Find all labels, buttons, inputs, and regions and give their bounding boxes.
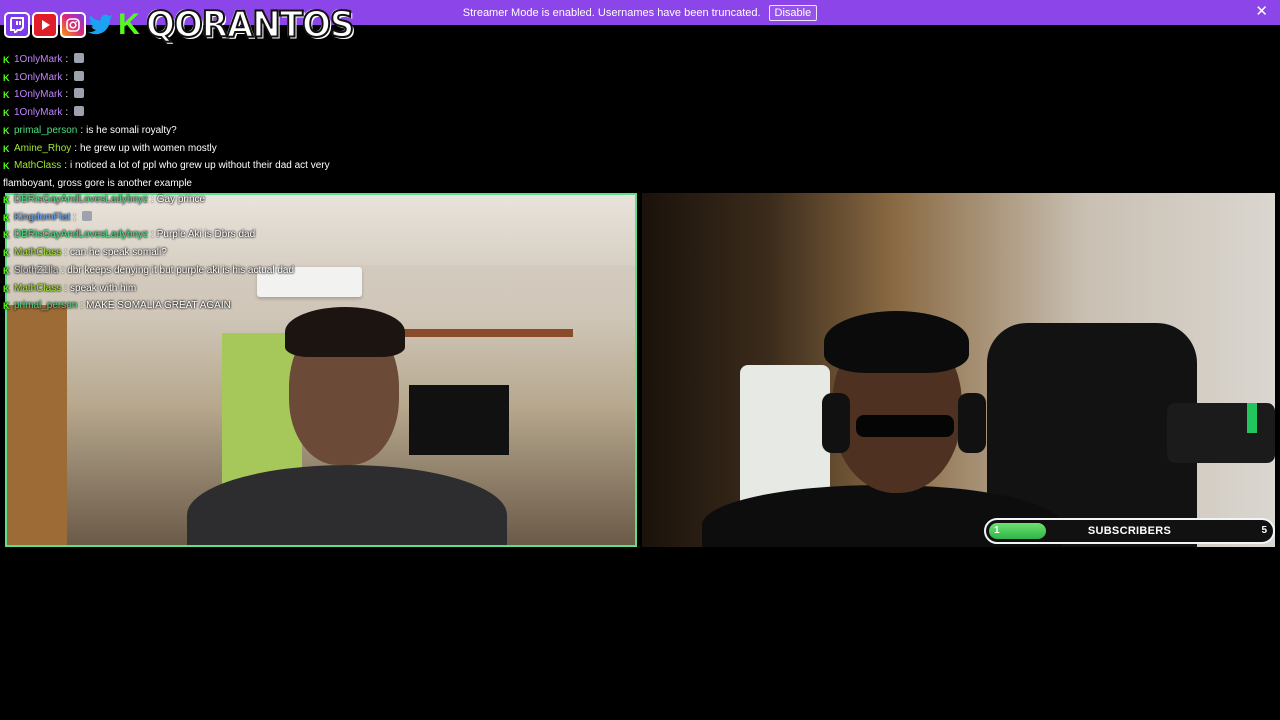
kick-badge-icon: K bbox=[3, 143, 10, 154]
chat-text: is he somali royalty? bbox=[86, 124, 177, 136]
disable-button[interactable]: Disable bbox=[768, 4, 818, 21]
subscriber-goal: 5 bbox=[1261, 525, 1267, 536]
chat-text: dbr keeps denying it but purple aki is h… bbox=[67, 264, 295, 276]
headphones-left bbox=[822, 393, 850, 453]
channel-brand: QORANTOS bbox=[145, 3, 355, 47]
chat-username[interactable]: Amine_Rhoy bbox=[14, 143, 71, 154]
chat-username[interactable]: 1OnlyMark bbox=[14, 89, 62, 100]
chat-message: K MathClass: can he speak somali? bbox=[3, 244, 294, 262]
chat-message: K 1OnlyMark: bbox=[3, 86, 363, 104]
chat-separator: : bbox=[64, 282, 68, 294]
chat-emote-icon bbox=[74, 70, 85, 81]
chat-username[interactable]: primal_person bbox=[14, 125, 77, 136]
kick-badge-icon: K bbox=[3, 248, 10, 259]
streamer-camera bbox=[642, 193, 1275, 547]
chat-log: K 1OnlyMark: K 1OnlyMark: K 1OnlyMark: K 1OnlyM… bbox=[3, 51, 363, 193]
chat-username[interactable]: KingdomFlat bbox=[14, 212, 70, 223]
headphones-right bbox=[958, 393, 986, 453]
chat-message: K 1OnlyMark: bbox=[3, 69, 363, 87]
twitter-icon bbox=[88, 12, 114, 38]
kick-badge-icon: K bbox=[3, 265, 10, 276]
kick-badge-icon: K bbox=[3, 108, 10, 119]
chat-username[interactable]: 1OnlyMark bbox=[14, 107, 62, 118]
chat-emote-icon bbox=[74, 88, 85, 99]
chat-separator: : bbox=[150, 194, 154, 205]
wooden-door bbox=[7, 305, 67, 545]
chat-emote-icon bbox=[74, 53, 85, 63]
chat-username[interactable]: MathClass bbox=[14, 160, 61, 171]
chat-message: K SlothZ1lla: dbr keeps denying it but pur… bbox=[3, 262, 294, 280]
chat-username[interactable]: 1OnlyMark bbox=[14, 72, 62, 83]
kick-badge-icon: K bbox=[3, 301, 10, 312]
chat-separator: : bbox=[80, 124, 84, 136]
subscriber-goal-bar: 1 SUBSCRIBERS 5 bbox=[984, 518, 1275, 544]
chat-separator: : bbox=[80, 300, 84, 312]
kick-badge-icon: K bbox=[3, 55, 10, 65]
kick-badge-icon: K bbox=[3, 90, 10, 101]
chat-username[interactable]: SlothZ1lla bbox=[14, 265, 58, 276]
chat-message: K Amine_Rhoy: he grew up with women mostly bbox=[3, 140, 363, 158]
streamer-mode-message: Streamer Mode is enabled. Usernames have… bbox=[462, 6, 761, 19]
microphone bbox=[1167, 403, 1275, 463]
kick-badge-icon: K bbox=[3, 283, 10, 294]
chat-message: K 1OnlyMark: bbox=[3, 104, 363, 122]
chat-username[interactable]: MathClass bbox=[14, 283, 61, 294]
chat-message: K DBRisGayAndLovesLadyboyz: Purple Aki is … bbox=[3, 226, 294, 244]
chat-message: K DBRisGayAndLovesLadyboyz: Gay prince bbox=[3, 191, 294, 209]
guest-hair bbox=[285, 307, 405, 357]
chat-message: K KingdomFlat: bbox=[3, 209, 294, 227]
chat-separator: : bbox=[65, 71, 69, 83]
close-icon[interactable]: ✕ bbox=[1255, 4, 1268, 20]
chat-username[interactable]: DBRisGayAndLovesLadyboyz bbox=[14, 229, 148, 240]
television bbox=[409, 385, 509, 455]
instagram-icon bbox=[60, 12, 86, 38]
chat-separator: : bbox=[74, 142, 78, 154]
social-logos: K QORANTOS bbox=[4, 3, 355, 47]
overlay-chat-log: K DBRisGayAndLovesLadyboyz: Gay prince K Kin… bbox=[3, 191, 294, 315]
kick-badge-icon: K bbox=[3, 161, 10, 172]
kick-badge-icon: K bbox=[3, 230, 10, 241]
chat-separator: : bbox=[61, 264, 65, 276]
chat-text: can he speak somali? bbox=[70, 247, 167, 259]
chat-separator: : bbox=[150, 229, 154, 241]
chat-message: K MathClass: i noticed a lot of ppl who gr… bbox=[3, 157, 355, 192]
kick-badge-icon: K bbox=[3, 212, 10, 223]
youtube-icon bbox=[32, 12, 58, 38]
chat-username[interactable]: MathClass bbox=[14, 247, 61, 258]
chat-username[interactable]: DBRisGayAndLovesLadyboyz bbox=[14, 194, 148, 205]
subscriber-label: SUBSCRIBERS bbox=[1087, 525, 1172, 537]
kick-badge-icon: K bbox=[3, 195, 10, 205]
chat-username[interactable]: 1OnlyMark bbox=[14, 54, 62, 65]
streamer-hair bbox=[824, 311, 969, 373]
sunglasses bbox=[856, 415, 954, 437]
kick-badge-icon: K bbox=[3, 125, 10, 136]
chat-separator: : bbox=[65, 107, 69, 119]
chat-username[interactable]: primal_person bbox=[14, 300, 77, 311]
chat-separator: : bbox=[65, 89, 69, 101]
chat-emote-icon bbox=[81, 210, 92, 221]
chat-message: Kprimal_person: MAKE SOMALIA GREAT AGAIN bbox=[3, 297, 294, 315]
chat-separator: : bbox=[64, 247, 68, 259]
chat-separator: : bbox=[65, 54, 69, 65]
kick-badge-icon: K bbox=[3, 72, 10, 83]
chat-text: he grew up with women mostly bbox=[80, 142, 217, 154]
chat-text: Gay prince bbox=[156, 194, 206, 205]
chat-text: speak with him bbox=[70, 282, 137, 294]
chat-text: MAKE SOMALIA GREAT AGAIN bbox=[86, 300, 231, 312]
chat-separator: : bbox=[73, 211, 76, 223]
kick-icon: K bbox=[118, 8, 140, 41]
chat-message: Kprimal_person: is he somali royalty? bbox=[3, 122, 363, 140]
chat-emote-icon bbox=[74, 106, 85, 117]
chat-separator: : bbox=[64, 160, 68, 172]
mic-light bbox=[1247, 403, 1257, 433]
chat-text: Purple Aki is Dbrs dad bbox=[156, 229, 256, 241]
twitch-icon bbox=[4, 12, 30, 38]
chat-message: K 1OnlyMark: bbox=[3, 51, 363, 69]
chat-message: K MathClass: speak with him bbox=[3, 280, 294, 298]
wall-shelf bbox=[397, 329, 573, 337]
